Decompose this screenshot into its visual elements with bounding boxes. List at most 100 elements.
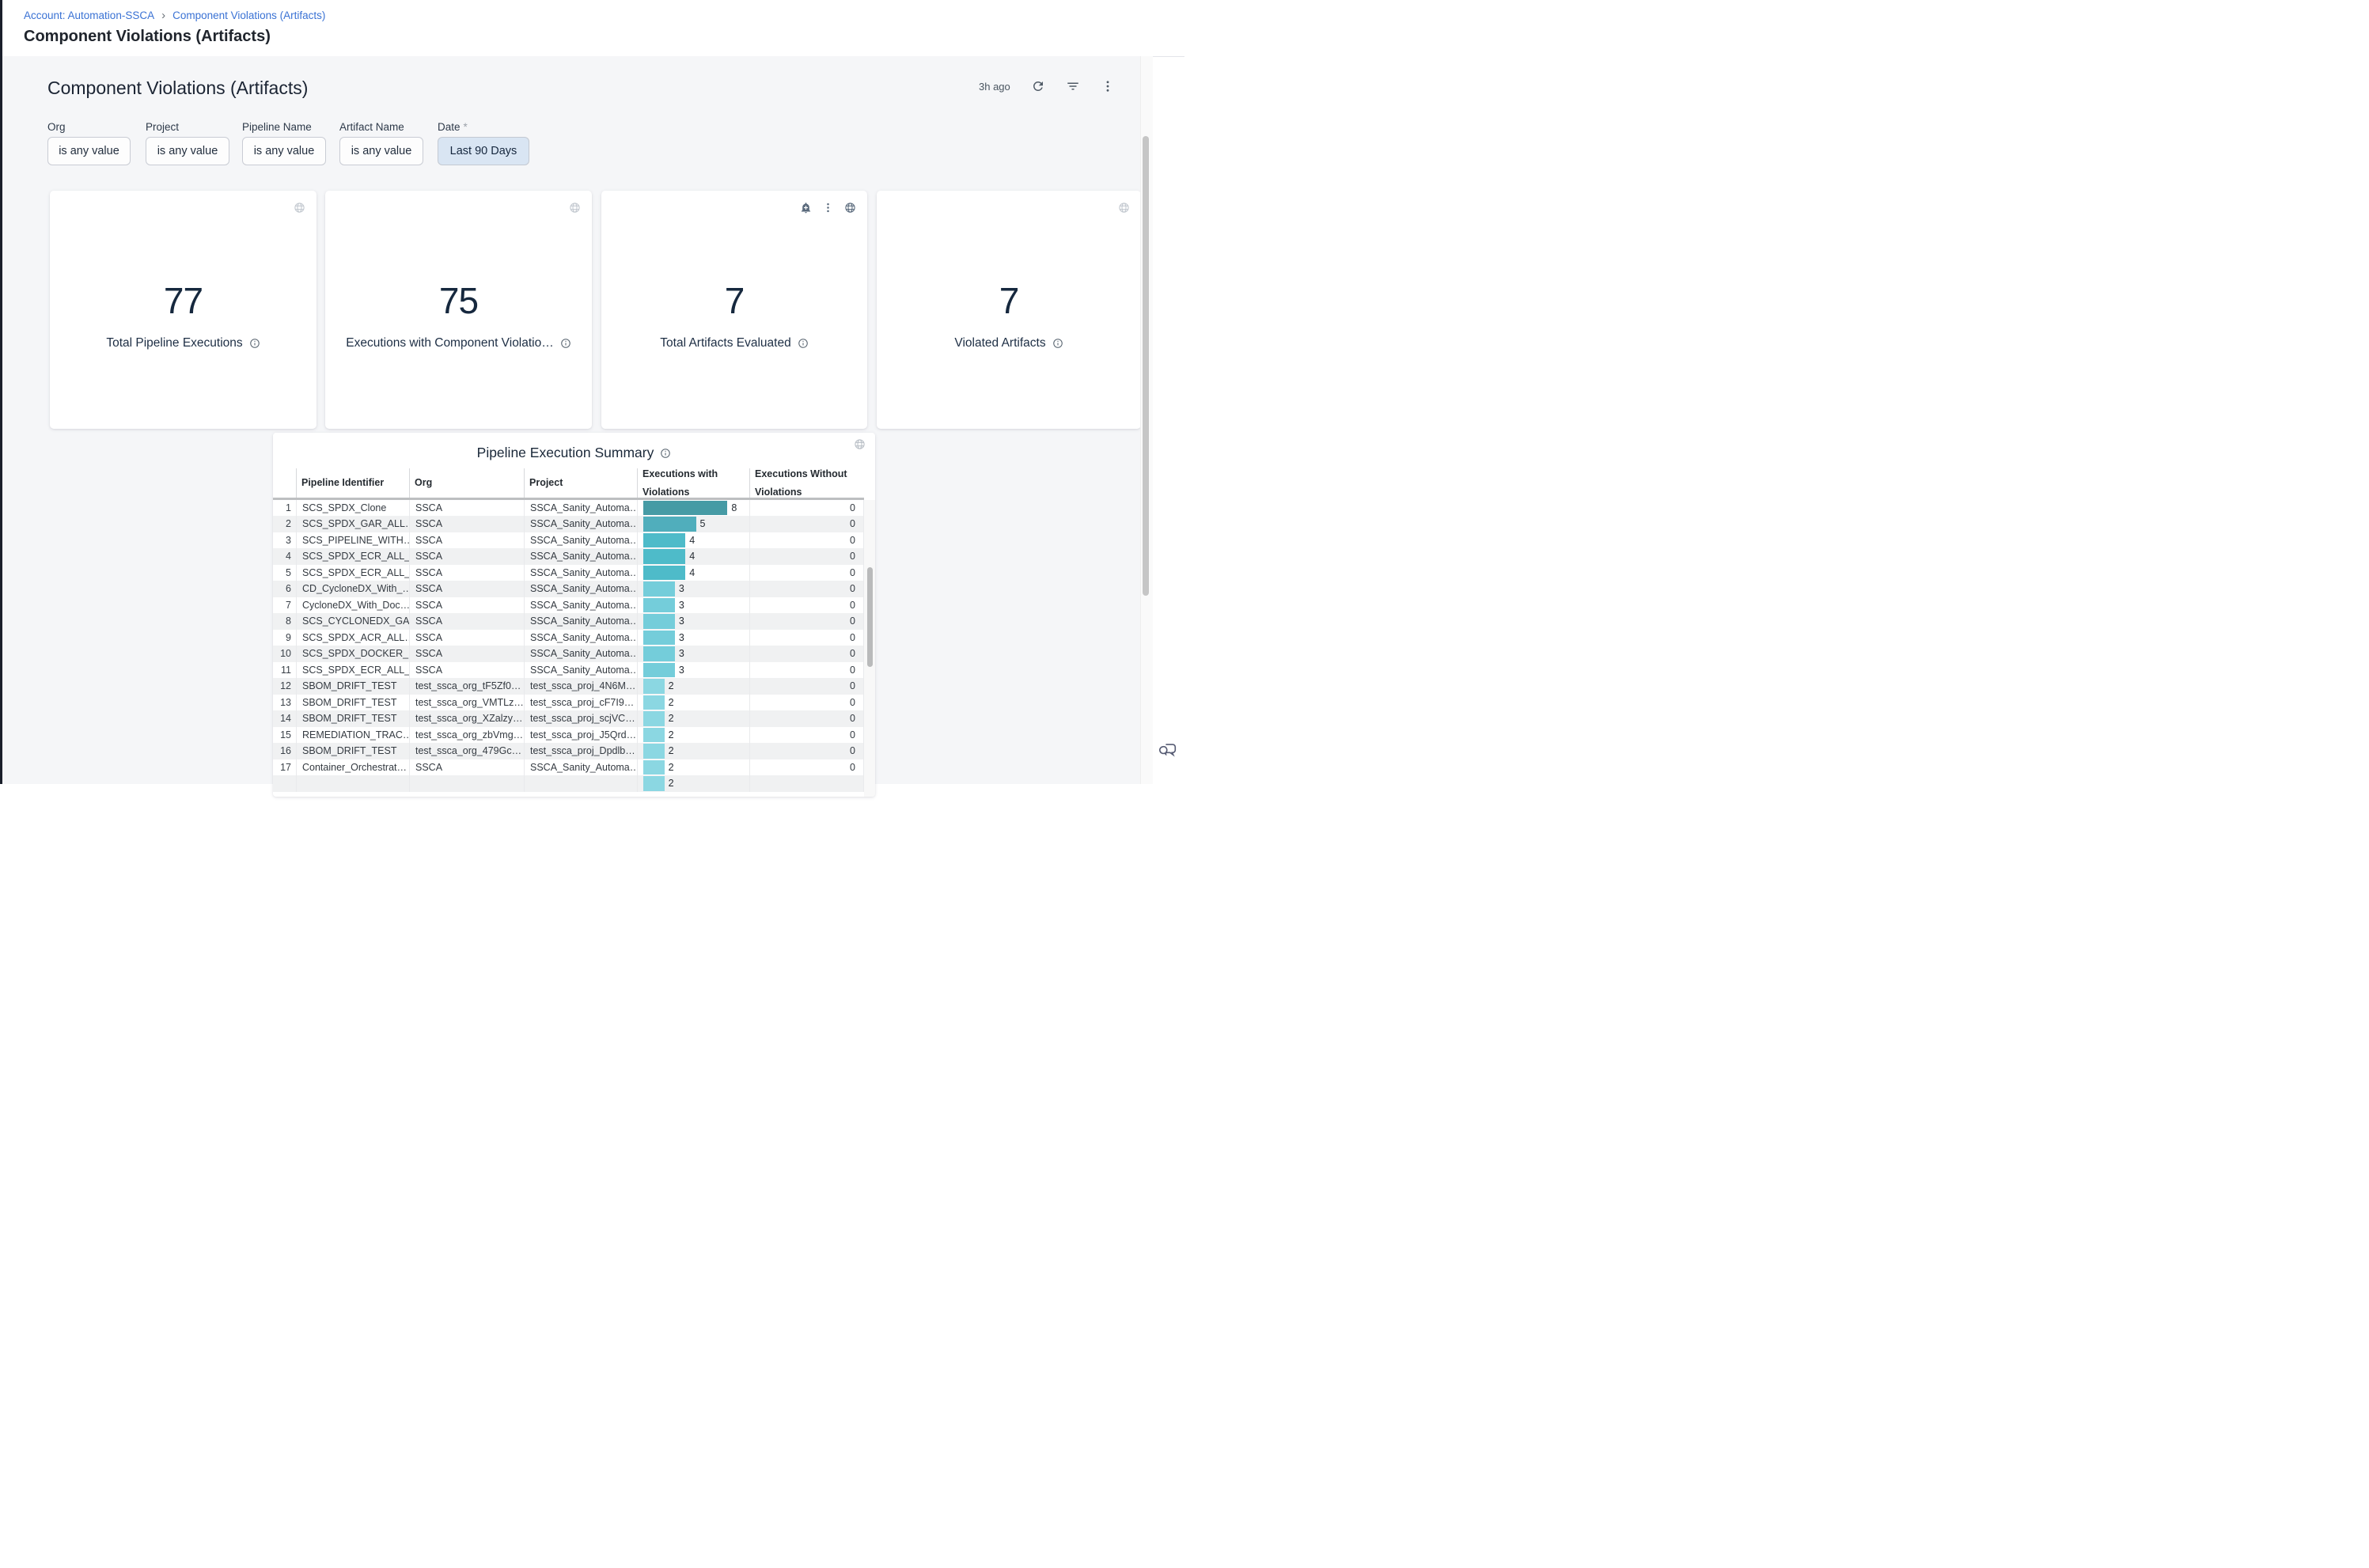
- kebab-menu-icon[interactable]: [1101, 79, 1115, 93]
- project-cell[interactable]: SSCA_Sanity_Automa…: [524, 597, 637, 614]
- project-cell[interactable]: SSCA_Sanity_Automa…: [524, 759, 637, 776]
- pipeline-identifier-cell[interactable]: SCS_SPDX_ECR_ALL_…: [296, 548, 409, 565]
- org-cell[interactable]: SSCA: [409, 662, 524, 679]
- violations-bar[interactable]: [643, 776, 665, 791]
- project-cell[interactable]: SSCA_Sanity_Automa…: [524, 613, 637, 630]
- pipeline-identifier-cell[interactable]: SCS_SPDX_ECR_ALL_…: [296, 565, 409, 581]
- pipeline-identifier-cell[interactable]: SBOM_DRIFT_TEST: [296, 743, 409, 759]
- executions-without-violations-cell[interactable]: 0: [749, 581, 864, 597]
- violations-bar[interactable]: [643, 501, 727, 516]
- violations-bar[interactable]: [643, 695, 665, 710]
- executions-without-violations-cell[interactable]: 0: [749, 759, 864, 776]
- executions-with-violations-cell[interactable]: 4: [637, 548, 749, 565]
- violations-bar[interactable]: [643, 549, 685, 564]
- executions-without-violations-cell[interactable]: 0: [749, 743, 864, 759]
- project-cell[interactable]: SSCA_Sanity_Automa…: [524, 630, 637, 646]
- executions-without-violations-cell[interactable]: 0: [749, 500, 864, 517]
- violations-bar[interactable]: [643, 760, 665, 775]
- executions-without-violations-cell[interactable]: 0: [749, 678, 864, 695]
- executions-with-violations-cell[interactable]: 3: [637, 581, 749, 597]
- alert-bell-plus-icon[interactable]: [800, 202, 812, 214]
- executions-with-violations-cell[interactable]: 3: [637, 613, 749, 630]
- violations-bar[interactable]: [643, 711, 665, 726]
- table-scrollbar-thumb[interactable]: [867, 567, 873, 667]
- filter-chip-date[interactable]: Last 90 Days: [438, 137, 529, 165]
- column-header-executions-without-violations[interactable]: Executions Without Violations: [749, 468, 864, 498]
- project-cell[interactable]: SSCA_Sanity_Automa…: [524, 565, 637, 581]
- executions-with-violations-cell[interactable]: 2: [637, 678, 749, 695]
- executions-with-violations-cell[interactable]: 2: [637, 743, 749, 759]
- pipeline-identifier-cell[interactable]: SCS_SPDX_DOCKER_…: [296, 646, 409, 662]
- pipeline-identifier-cell[interactable]: SCS_CYCLONEDX_GA…: [296, 613, 409, 630]
- org-cell[interactable]: SSCA: [409, 548, 524, 565]
- executions-without-violations-cell[interactable]: 0: [749, 695, 864, 711]
- executions-with-violations-cell[interactable]: 2: [637, 775, 749, 792]
- project-cell[interactable]: SSCA_Sanity_Automa…: [524, 500, 637, 517]
- executions-with-violations-cell[interactable]: 3: [637, 597, 749, 614]
- org-cell[interactable]: test_ssca_org_479Gc…: [409, 743, 524, 759]
- executions-without-violations-cell[interactable]: 0: [749, 532, 864, 549]
- filter-chip-artifact-name[interactable]: is any value: [339, 137, 423, 165]
- violations-bar[interactable]: [643, 566, 685, 581]
- globe-icon[interactable]: [294, 202, 305, 214]
- project-cell[interactable]: SSCA_Sanity_Automa…: [524, 548, 637, 565]
- table-scrollbar-track[interactable]: [864, 500, 875, 797]
- project-cell[interactable]: test_ssca_proj_Dpdlb…: [524, 743, 637, 759]
- info-icon[interactable]: [560, 338, 571, 349]
- column-header-org[interactable]: Org: [409, 468, 524, 498]
- executions-with-violations-cell[interactable]: 2: [637, 759, 749, 776]
- pipeline-identifier-cell[interactable]: SCS_PIPELINE_WITH…: [296, 532, 409, 549]
- breadcrumb-current-link[interactable]: Component Violations (Artifacts): [172, 9, 325, 21]
- column-header-pipeline-identifier[interactable]: Pipeline Identifier: [296, 468, 409, 498]
- pipeline-identifier-cell[interactable]: [296, 775, 409, 792]
- executions-with-violations-cell[interactable]: 5: [637, 516, 749, 532]
- globe-icon[interactable]: [1118, 202, 1130, 214]
- executions-without-violations-cell[interactable]: [749, 775, 864, 792]
- kebab-menu-icon[interactable]: [822, 202, 834, 214]
- violations-bar[interactable]: [643, 598, 675, 613]
- violations-bar[interactable]: [643, 728, 665, 743]
- org-cell[interactable]: SSCA: [409, 630, 524, 646]
- project-cell[interactable]: SSCA_Sanity_Automa…: [524, 581, 637, 597]
- pipeline-identifier-cell[interactable]: SBOM_DRIFT_TEST: [296, 710, 409, 727]
- violations-bar[interactable]: [643, 533, 685, 548]
- org-cell[interactable]: test_ssca_org_zbVmg…: [409, 727, 524, 744]
- executions-without-violations-cell[interactable]: 0: [749, 565, 864, 581]
- project-cell[interactable]: SSCA_Sanity_Automa…: [524, 646, 637, 662]
- project-cell[interactable]: test_ssca_proj_4N6M…: [524, 678, 637, 695]
- executions-with-violations-cell[interactable]: 8: [637, 500, 749, 517]
- project-cell[interactable]: test_ssca_proj_J5Qrd…: [524, 727, 637, 744]
- executions-without-violations-cell[interactable]: 0: [749, 516, 864, 532]
- violations-bar[interactable]: [643, 744, 665, 759]
- executions-without-violations-cell[interactable]: 0: [749, 597, 864, 614]
- project-cell[interactable]: SSCA_Sanity_Automa…: [524, 532, 637, 549]
- violations-bar[interactable]: [643, 679, 665, 694]
- executions-with-violations-cell[interactable]: 2: [637, 695, 749, 711]
- filter-chip-pipeline-name[interactable]: is any value: [242, 137, 326, 165]
- pipeline-identifier-cell[interactable]: SCS_SPDX_ACR_ALL…: [296, 630, 409, 646]
- executions-with-violations-cell[interactable]: 2: [637, 727, 749, 744]
- filter-icon[interactable]: [1066, 79, 1080, 93]
- pipeline-identifier-cell[interactable]: Container_Orchestrat…: [296, 759, 409, 776]
- violations-bar[interactable]: [643, 581, 675, 597]
- executions-without-violations-cell[interactable]: 0: [749, 630, 864, 646]
- violations-bar[interactable]: [643, 646, 675, 661]
- pipeline-identifier-cell[interactable]: SBOM_DRIFT_TEST: [296, 678, 409, 695]
- info-icon[interactable]: [249, 338, 260, 349]
- project-cell[interactable]: SSCA_Sanity_Automa…: [524, 662, 637, 679]
- org-cell[interactable]: SSCA: [409, 613, 524, 630]
- violations-bar[interactable]: [643, 517, 696, 532]
- project-cell[interactable]: SSCA_Sanity_Automa…: [524, 516, 637, 532]
- pipeline-identifier-cell[interactable]: SCS_SPDX_ECR_ALL_…: [296, 662, 409, 679]
- globe-icon[interactable]: [844, 202, 856, 214]
- project-cell[interactable]: [524, 775, 637, 792]
- executions-without-violations-cell[interactable]: 0: [749, 727, 864, 744]
- chat-bubbles-icon[interactable]: [1157, 739, 1177, 759]
- org-cell[interactable]: SSCA: [409, 565, 524, 581]
- refresh-icon[interactable]: [1031, 79, 1045, 93]
- info-icon[interactable]: [660, 448, 671, 459]
- violations-bar[interactable]: [643, 614, 675, 629]
- executions-without-violations-cell[interactable]: 0: [749, 548, 864, 565]
- org-cell[interactable]: SSCA: [409, 581, 524, 597]
- violations-bar[interactable]: [643, 631, 675, 646]
